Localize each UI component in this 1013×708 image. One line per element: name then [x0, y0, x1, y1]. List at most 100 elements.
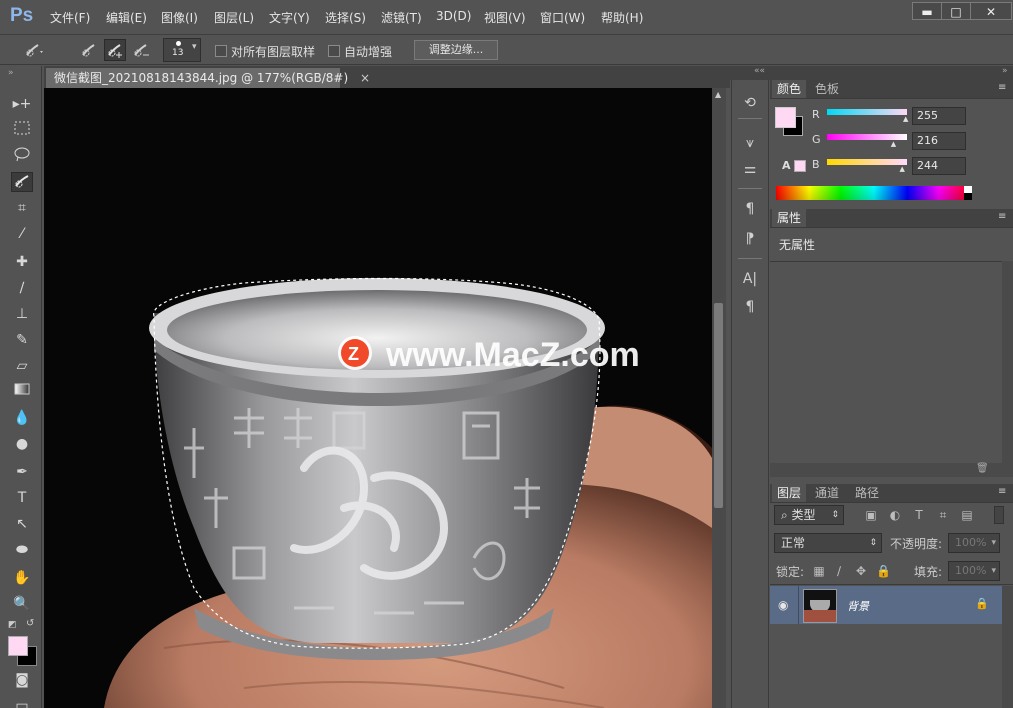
- menu-3d[interactable]: 3D(D): [436, 9, 471, 23]
- filter-smart-object-icon[interactable]: ▤: [960, 508, 974, 522]
- menu-layer[interactable]: 图层(L): [214, 9, 254, 26]
- crop-tool-icon[interactable]: ⌗: [11, 198, 33, 218]
- filter-adjustment-icon[interactable]: ◐: [888, 508, 902, 522]
- document-close-icon[interactable]: ×: [360, 71, 370, 85]
- channel-b-slider[interactable]: [827, 159, 907, 165]
- history-brush-tool-icon[interactable]: ✎: [11, 330, 33, 350]
- lock-all-icon[interactable]: 🔒: [876, 564, 891, 578]
- lock-image-icon[interactable]: ∕: [832, 564, 846, 578]
- tab-paths[interactable]: 路径: [850, 484, 884, 502]
- lasso-tool-icon[interactable]: [11, 146, 33, 166]
- foreground-color-swatch[interactable]: [8, 636, 28, 656]
- brush-size-picker[interactable]: 13 ▾: [163, 38, 201, 62]
- paragraph-panel-icon[interactable]: ¶: [739, 296, 761, 318]
- filter-pixel-icon[interactable]: ▣: [864, 508, 878, 522]
- spectrum-white[interactable]: [964, 186, 972, 193]
- character-panel-icon[interactable]: A|: [739, 268, 761, 290]
- hand-tool-icon[interactable]: ✋: [11, 568, 33, 588]
- auto-enhance-checkbox[interactable]: [328, 45, 340, 57]
- menu-image[interactable]: 图像(I): [161, 9, 198, 26]
- scrollbar-thumb[interactable]: [714, 303, 723, 508]
- collapse-toolbar-icon[interactable]: »: [8, 68, 14, 78]
- tab-color[interactable]: 颜色: [772, 80, 807, 98]
- menu-type[interactable]: 文字(Y): [269, 9, 310, 26]
- tab-channels[interactable]: 通道: [810, 484, 844, 502]
- channel-g-thumb[interactable]: ▲: [891, 140, 896, 148]
- document-canvas[interactable]: Z www.MacZ.com: [44, 88, 712, 708]
- channel-g-value[interactable]: 216: [912, 132, 966, 150]
- expand-panels-icon[interactable]: »: [1002, 66, 1008, 76]
- shape-tool-icon[interactable]: ⬬: [11, 540, 33, 560]
- channel-r-thumb[interactable]: ▲: [903, 115, 908, 123]
- minimize-button[interactable]: ▬: [912, 2, 942, 20]
- tab-properties[interactable]: 属性: [772, 209, 807, 227]
- sample-all-layers-checkbox[interactable]: [215, 45, 227, 57]
- gradient-tool-icon[interactable]: [11, 382, 33, 402]
- type-tool-icon[interactable]: T: [11, 488, 33, 508]
- document-tab[interactable]: 微信截图_20210818143844.jpg @ 177%(RGB/8#) ×: [46, 68, 370, 88]
- quick-selection-tool-icon[interactable]: [11, 172, 33, 192]
- path-selection-tool-icon[interactable]: ↖: [11, 514, 33, 534]
- layer-filter-dropdown[interactable]: ⌕ 类型 ⇕: [774, 505, 844, 525]
- channel-r-value[interactable]: 255: [912, 107, 966, 125]
- vertical-scrollbar[interactable]: ▲: [712, 88, 726, 708]
- new-selection-icon[interactable]: [78, 39, 100, 61]
- brush-tool-icon[interactable]: ∕: [11, 278, 33, 298]
- panel-menu-icon[interactable]: ≡: [998, 211, 1006, 222]
- channel-b-thumb[interactable]: ▲: [900, 165, 905, 173]
- menu-filter[interactable]: 滤镜(T): [381, 9, 422, 26]
- menu-help[interactable]: 帮助(H): [601, 9, 643, 26]
- eraser-tool-icon[interactable]: ▱: [11, 356, 33, 376]
- close-button[interactable]: ✕: [970, 2, 1012, 20]
- trash-icon[interactable]: 🗑: [976, 463, 989, 474]
- clone-stamp-tool-icon[interactable]: ⊥: [11, 304, 33, 324]
- opacity-input[interactable]: 100% ▾: [948, 533, 1000, 553]
- panel-menu-icon[interactable]: ≡: [998, 486, 1006, 497]
- channel-r-slider[interactable]: [827, 109, 907, 115]
- tab-layers[interactable]: 图层: [772, 484, 807, 502]
- marquee-tool-icon[interactable]: [11, 120, 33, 140]
- tab-swatches[interactable]: 色板: [810, 80, 844, 98]
- menu-view[interactable]: 视图(V): [484, 9, 526, 26]
- gamut-warning-icon[interactable]: A: [782, 159, 791, 172]
- filter-toggle[interactable]: [994, 506, 1004, 524]
- channel-b-value[interactable]: 244: [912, 157, 966, 175]
- color-spectrum-ramp[interactable]: [776, 186, 972, 200]
- layer-name[interactable]: 背景: [847, 598, 869, 614]
- swap-colors-icon[interactable]: ↺: [26, 618, 34, 629]
- layer-row[interactable]: ◉ 背景 🔒: [770, 586, 1002, 624]
- subtract-from-selection-icon[interactable]: [130, 39, 152, 61]
- scroll-up-icon[interactable]: ▲: [715, 90, 721, 99]
- menu-select[interactable]: 选择(S): [325, 9, 366, 26]
- brush-presets-icon[interactable]: ⩛: [739, 132, 761, 154]
- quick-mask-icon[interactable]: ◙: [11, 670, 33, 690]
- menu-window[interactable]: 窗口(W): [540, 9, 585, 26]
- filter-type-icon[interactable]: T: [912, 508, 926, 522]
- refine-edge-button[interactable]: 调整边缘...: [414, 40, 498, 60]
- menu-edit[interactable]: 编辑(E): [106, 9, 147, 26]
- restore-button[interactable]: □: [941, 2, 971, 20]
- screen-mode-icon[interactable]: ▭: [11, 696, 33, 708]
- menu-file[interactable]: 文件(F): [50, 9, 90, 26]
- zoom-tool-icon[interactable]: 🔍: [11, 594, 33, 614]
- healing-brush-tool-icon[interactable]: ✚: [11, 252, 33, 272]
- dodge-tool-icon[interactable]: ●: [11, 434, 33, 454]
- brush-panel-icon[interactable]: ⚌: [739, 158, 761, 180]
- collapse-dock-icon[interactable]: ««: [754, 66, 765, 76]
- history-panel-icon[interactable]: ⟲: [739, 92, 761, 114]
- foreground-color-swatch[interactable]: [775, 107, 796, 128]
- quick-selection-preset-icon[interactable]: [22, 39, 44, 61]
- filter-shape-icon[interactable]: ⌗: [936, 508, 950, 522]
- character-styles-icon[interactable]: ¶: [739, 198, 761, 220]
- web-safe-swatch[interactable]: [794, 160, 806, 172]
- move-tool-icon[interactable]: ▸+: [11, 94, 33, 114]
- panel-menu-icon[interactable]: ≡: [998, 82, 1006, 93]
- add-to-selection-icon[interactable]: [104, 39, 126, 61]
- fill-input[interactable]: 100% ▾: [948, 561, 1000, 581]
- blend-mode-dropdown[interactable]: 正常 ⇕: [774, 533, 882, 553]
- lock-position-icon[interactable]: ✥: [854, 564, 868, 578]
- layers-scrollbar[interactable]: [1002, 586, 1013, 708]
- blur-tool-icon[interactable]: 💧: [11, 408, 33, 428]
- eye-icon[interactable]: ◉: [778, 598, 788, 612]
- default-colors-icon[interactable]: ◩: [8, 620, 17, 630]
